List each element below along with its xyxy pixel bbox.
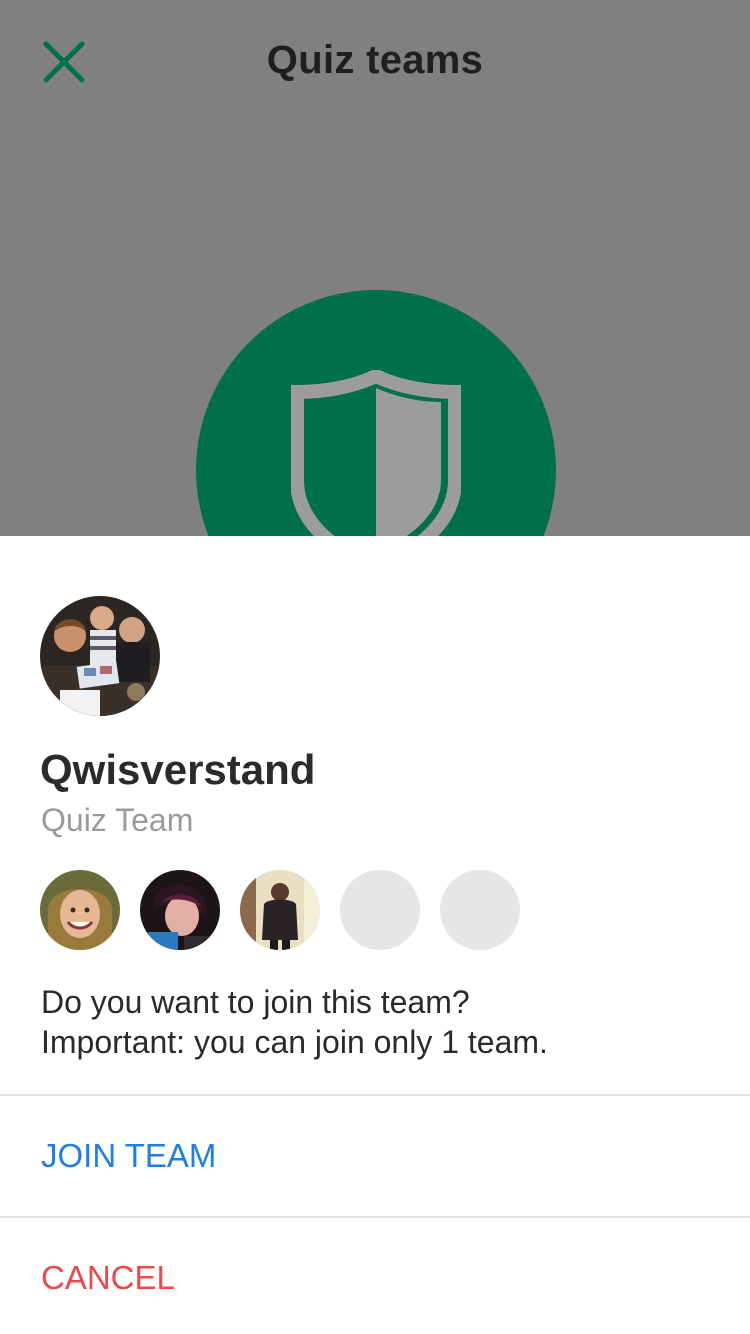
team-photo bbox=[40, 596, 160, 716]
screen: Quiz teams Qwisverstand Quiz Team Do you… bbox=[0, 0, 750, 1334]
team-type: Quiz Team bbox=[41, 802, 194, 838]
member-list bbox=[40, 870, 520, 950]
member-avatar[interactable] bbox=[240, 870, 320, 950]
join-question: Do you want to join this team? bbox=[41, 984, 470, 1020]
member-photo bbox=[40, 870, 120, 950]
team-avatar bbox=[40, 596, 160, 716]
member-avatar[interactable] bbox=[140, 870, 220, 950]
join-team-sheet: Qwisverstand Quiz Team Do you want to jo… bbox=[0, 536, 750, 1334]
member-avatar[interactable] bbox=[40, 870, 120, 950]
member-photo bbox=[140, 870, 220, 950]
member-photo bbox=[240, 870, 320, 950]
join-team-button[interactable]: JOIN TEAM bbox=[0, 1096, 750, 1216]
page-title: Quiz teams bbox=[266, 38, 484, 82]
team-name: Qwisverstand bbox=[40, 746, 316, 793]
empty-member-slot bbox=[440, 870, 520, 950]
empty-member-slot bbox=[340, 870, 420, 950]
cancel-button[interactable]: CANCEL bbox=[0, 1218, 750, 1334]
join-warning: Important: you can join only 1 team. bbox=[41, 1024, 548, 1060]
join-prompt: Do you want to join this team? Important… bbox=[41, 982, 548, 1062]
top-bar: Quiz teams bbox=[0, 0, 750, 124]
